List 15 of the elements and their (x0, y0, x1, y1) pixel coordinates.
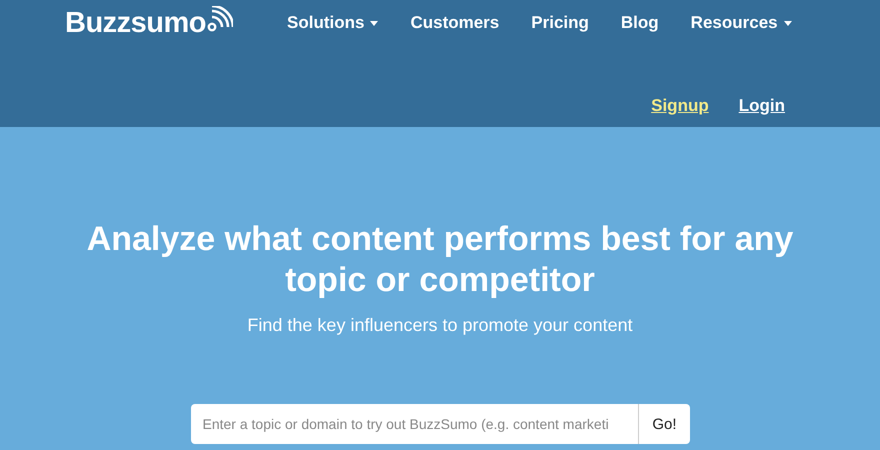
broadcast-icon (207, 6, 233, 32)
nav-link[interactable]: Blog (604, 13, 675, 33)
search-field[interactable]: Enter a topic or domain to try out BuzzSumo (e.g. content marketi (190, 404, 638, 444)
signup-link[interactable]: Signup (651, 96, 709, 116)
nav-link[interactable]: Resources (674, 13, 808, 33)
nav-link[interactable]: Pricing (515, 13, 605, 33)
logo-text: Buzzsumo (65, 6, 206, 40)
subtitle: Find the key influencers to promote your content (247, 315, 633, 336)
caret-icon (370, 20, 378, 26)
caret-icon (784, 20, 792, 26)
go-button[interactable]: Go! (638, 404, 690, 444)
nav-link[interactable]: Solutions (271, 13, 394, 33)
login-link[interactable]: Login (738, 96, 785, 116)
nav-link[interactable]: Customers (394, 13, 516, 33)
headline: Analyze what content performs best for any topic or competitor (86, 219, 794, 301)
